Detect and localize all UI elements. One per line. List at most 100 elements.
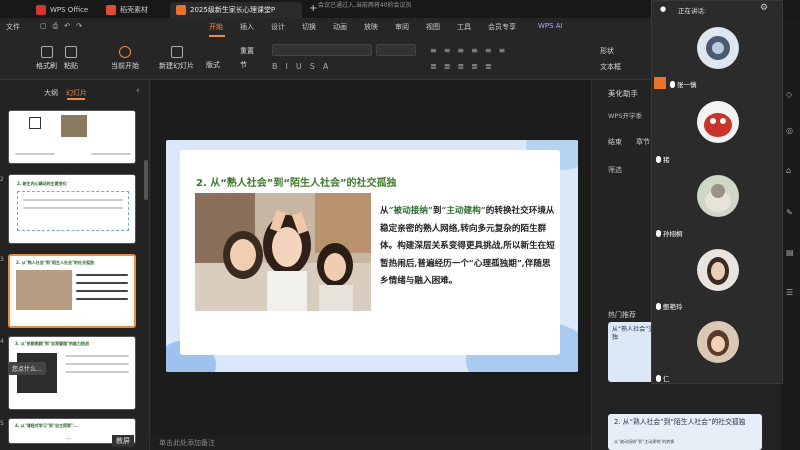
font-format-icons[interactable]: BIUSA: [272, 62, 412, 71]
menu-design[interactable]: 设计: [271, 22, 285, 32]
font-name-select[interactable]: [272, 44, 372, 56]
filter-button[interactable]: 筛选: [608, 165, 622, 175]
slide-number: 2: [0, 176, 4, 183]
participant-avatar[interactable]: [697, 175, 739, 217]
thumb-text-line: [76, 290, 128, 292]
sidebar-icon[interactable]: ◎: [786, 126, 793, 135]
wps-logo-icon: [36, 5, 46, 15]
body-highlight: “主动建构”: [441, 206, 486, 216]
participant-name: 猪: [656, 154, 670, 164]
align-icons[interactable]: ≣≣≣≣≣: [430, 62, 580, 71]
menu-view[interactable]: 视图: [426, 22, 440, 32]
tab-label: 稻壳素材: [120, 6, 148, 14]
slide-title[interactable]: 2. 从“熟人社会”到“陌生人社会”的社交孤独: [196, 174, 397, 189]
format-painter-button[interactable]: 格式刷: [36, 46, 57, 71]
menu-insert[interactable]: 插入: [240, 22, 254, 32]
menu-review[interactable]: 审阅: [395, 22, 409, 32]
recommend-card-2[interactable]: 2. 从“熟人社会”到“陌生人社会”的社交孤独 从“被动接纳”到“主动建构”的转…: [608, 414, 762, 450]
panel-scrollbar[interactable]: [144, 160, 148, 200]
participant-name: 仁: [656, 373, 670, 383]
paste-label: 粘贴: [64, 62, 78, 70]
reset-button[interactable]: 重置: [240, 46, 254, 56]
search-overlay[interactable]: 您点什么...: [8, 362, 46, 375]
collapse-panel-icon[interactable]: ‹: [136, 86, 140, 96]
active-menu-indicator: [209, 35, 225, 37]
font-size-select[interactable]: [376, 44, 416, 56]
slide-body-text[interactable]: 从“被动接纳”到“主动建构”的转换社交环境从稳定亲密的熟人网络,转向多元复杂的陌…: [380, 203, 556, 291]
participant-avatar[interactable]: [697, 101, 739, 143]
menu-file[interactable]: 文件: [6, 22, 20, 32]
hot-recommend-label: 热门推荐: [608, 311, 636, 319]
tab-wps-office[interactable]: WPS Office: [30, 2, 94, 18]
chapter-tab[interactable]: 章节: [636, 137, 650, 147]
brush-icon: [40, 46, 53, 58]
settings-icon[interactable]: ⚙: [760, 3, 768, 13]
thumb-text-line: [76, 274, 128, 276]
participant-name-text: 鲍艳玲: [663, 303, 683, 311]
tab-label: 2025级新生家长心理课堂P: [190, 6, 276, 14]
thumb-box: [17, 191, 129, 231]
slide-photo[interactable]: [195, 193, 371, 311]
textbox-button[interactable]: 文本框: [600, 62, 621, 72]
tab-daoke[interactable]: 稻壳素材: [100, 2, 154, 18]
paste-button[interactable]: 粘贴: [64, 46, 78, 71]
participant-name: 鲍艳玲: [656, 301, 683, 311]
notes-bar[interactable]: 单击此处添加备注: [151, 435, 591, 450]
participant-avatar[interactable]: [697, 27, 739, 69]
sidebar-icon[interactable]: ▤: [786, 248, 794, 257]
menu-member[interactable]: 会员专享: [488, 22, 516, 32]
body-text: 的转换社交环境从稳定亲密的熟人网络,转向多元复杂的陌生群体。构建深层关系变得更具…: [380, 206, 555, 286]
slide-number: 5: [0, 420, 4, 427]
quick-access-icons[interactable]: ▢⎙↶↷: [40, 22, 88, 31]
mic-icon: [656, 302, 661, 310]
layout-button[interactable]: 版式: [206, 60, 220, 70]
paragraph-icons[interactable]: ≡≡≡≡≡≡: [430, 46, 580, 55]
menu-transition[interactable]: 切换: [302, 22, 316, 32]
tab-slides[interactable]: 幻灯片: [66, 88, 87, 98]
slide-thumbnail-3[interactable]: 2. 从"熟人社会"到"陌生人社会"的社交孤独: [8, 254, 136, 328]
participant-avatar[interactable]: [697, 249, 739, 291]
menu-wps-ai[interactable]: WPS AI: [538, 22, 563, 30]
tab-presentation[interactable]: 2025级新生家长心理课堂P: [170, 2, 302, 18]
menu-slideshow[interactable]: 放映: [364, 22, 378, 32]
recommend-card-title: 2. 从“熟人社会”到“陌生人社会”的社交孤独: [614, 418, 746, 426]
new-slide-icon: [170, 46, 183, 58]
play-icon: [119, 46, 131, 58]
template-button[interactable]: 教屏: [112, 435, 134, 447]
add-slide-button[interactable]: +: [64, 432, 73, 445]
speaking-label: 正在讲话:: [678, 7, 707, 15]
sidebar-icon[interactable]: ✎: [786, 208, 793, 217]
recommend-card-subtitle: 从“被动接纳”到“主动建构”的转换: [614, 439, 675, 444]
menu-home[interactable]: 开始: [209, 22, 223, 32]
thumb-text-line: [91, 153, 131, 155]
sidebar-icon[interactable]: ⌂: [786, 166, 791, 175]
section-button[interactable]: 节: [240, 60, 247, 70]
thumb-text-line: [23, 207, 123, 209]
sidebar-icon[interactable]: ☰: [786, 288, 793, 297]
notes-placeholder: 单击此处添加备注: [159, 439, 215, 447]
slide-thumbnail-1[interactable]: [8, 110, 136, 164]
participant-name-text: 张一慎: [677, 81, 697, 89]
mic-icon: [656, 155, 661, 163]
thumb-title: 2. 新生内心躁动的主要变化: [17, 181, 67, 186]
menu-tools[interactable]: 工具: [457, 22, 471, 32]
sidebar-icon[interactable]: ◇: [786, 90, 792, 99]
participant-avatar[interactable]: [697, 321, 739, 363]
shape-button[interactable]: 形状: [600, 46, 614, 56]
slide-thumbnail-2[interactable]: 2. 新生内心躁动的主要变化: [8, 174, 136, 244]
beautify-title[interactable]: 美化助手: [608, 88, 638, 99]
new-slide-button[interactable]: 新建幻灯片: [159, 46, 194, 71]
thumb-text-line: [15, 153, 55, 155]
user-icon: [654, 77, 666, 89]
new-tab-button[interactable]: +: [309, 3, 317, 14]
new-slide-label: 新建幻灯片: [159, 62, 194, 70]
thumb-photo: [16, 270, 72, 310]
menu-animation[interactable]: 动画: [333, 22, 347, 32]
play-from-current-button[interactable]: 当前开始: [111, 46, 139, 71]
thumb-text-line: [23, 199, 123, 201]
right-icon-bar: ◇ ◎ ⌂ ✎ ▤ ☰: [781, 18, 800, 450]
tab-outline[interactable]: 大纲: [44, 88, 58, 98]
students-photo-illustration: [195, 193, 371, 311]
end-tab[interactable]: 结束: [608, 137, 622, 147]
meeting-notice: 会议已通过入,当前两将40的会议员: [318, 2, 412, 9]
